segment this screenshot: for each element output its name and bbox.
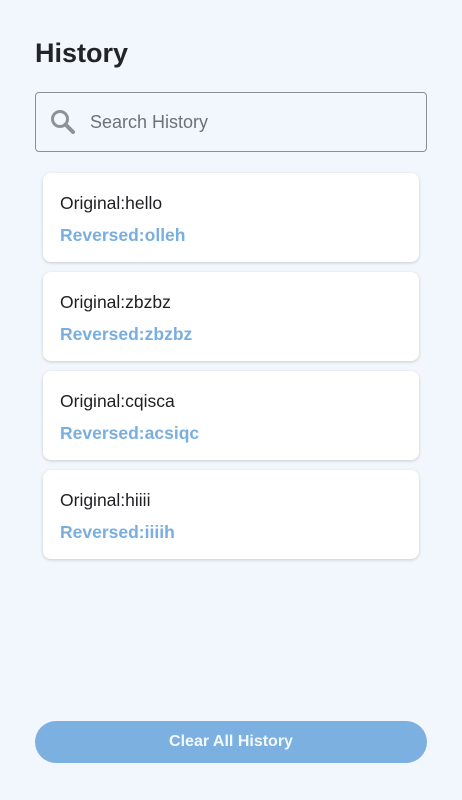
reversed-value: acsiqc <box>144 423 200 443</box>
original-value: hello <box>125 193 163 213</box>
original-value: hiiii <box>125 490 151 510</box>
history-card[interactable]: Original: hiiii Reversed: iiiih <box>43 470 419 559</box>
search-input[interactable] <box>88 101 426 143</box>
original-text: Original: zbzbz <box>60 291 402 313</box>
reversed-value: zbzbz <box>144 324 193 344</box>
reversed-value: iiiih <box>144 522 175 542</box>
history-screen: History Original: hello Reversed: olleh … <box>0 0 462 800</box>
original-label: Original: <box>60 292 126 312</box>
original-text: Original: cqisca <box>60 390 402 412</box>
page-title: History <box>35 38 129 68</box>
reversed-label: Reversed: <box>60 522 145 542</box>
reversed-text: Reversed: iiiih <box>60 521 402 543</box>
original-text: Original: hello <box>60 192 402 214</box>
history-list: Original: hello Reversed: olleh Original… <box>43 173 419 569</box>
reversed-label: Reversed: <box>60 225 145 245</box>
original-value: cqisca <box>125 391 175 411</box>
reversed-text: Reversed: acsiqc <box>60 422 402 444</box>
history-card[interactable]: Original: cqisca Reversed: acsiqc <box>43 371 419 460</box>
original-value: zbzbz <box>125 292 171 312</box>
clear-all-history-button[interactable]: Clear All History <box>35 721 427 763</box>
reversed-label: Reversed: <box>60 324 145 344</box>
search-icon <box>48 107 78 137</box>
reversed-value: olleh <box>144 225 186 245</box>
original-text: Original: hiiii <box>60 489 402 511</box>
history-card[interactable]: Original: zbzbz Reversed: zbzbz <box>43 272 419 361</box>
original-label: Original: <box>60 391 126 411</box>
reversed-text: Reversed: olleh <box>60 224 402 246</box>
original-label: Original: <box>60 490 126 510</box>
reversed-label: Reversed: <box>60 423 145 443</box>
reversed-text: Reversed: zbzbz <box>60 323 402 345</box>
history-card[interactable]: Original: hello Reversed: olleh <box>43 173 419 262</box>
original-label: Original: <box>60 193 126 213</box>
search-box[interactable] <box>35 92 427 152</box>
